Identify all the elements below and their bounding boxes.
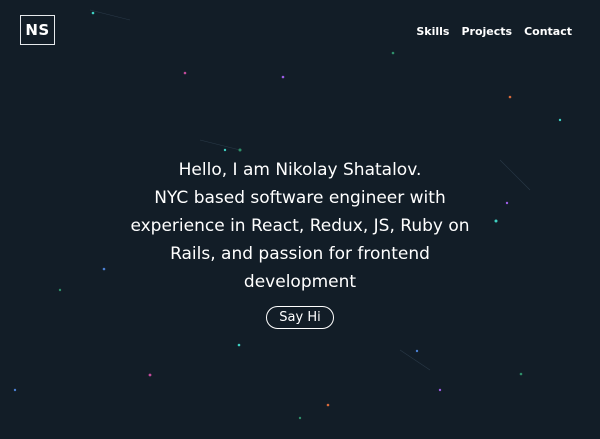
particle — [183, 71, 187, 75]
hero-line: NYC based software engineer with — [154, 188, 446, 208]
logo[interactable]: NS — [20, 15, 55, 45]
particle — [519, 372, 523, 376]
particle-link — [89, 9, 131, 21]
hero-line: development — [243, 272, 357, 292]
particle — [508, 95, 512, 99]
particle-link — [399, 349, 431, 371]
particle — [415, 349, 419, 353]
particle-link — [199, 139, 241, 151]
logo-text: NS — [25, 21, 50, 39]
particle — [438, 388, 442, 392]
hero-line: experience in React, Redux, JS, Ruby on — [130, 216, 470, 236]
main-nav: Skills Projects Contact — [416, 25, 572, 38]
page: NS Skills Projects Contact Hello, I am N… — [0, 0, 600, 439]
particle — [237, 343, 241, 347]
hero-line: Rails, and passion for frontend — [170, 244, 430, 264]
particle — [223, 148, 227, 152]
nav-link-skills[interactable]: Skills — [416, 25, 449, 38]
nav-link-contact[interactable]: Contact — [524, 25, 572, 38]
nav-link-projects[interactable]: Projects — [461, 25, 512, 38]
particle — [326, 403, 330, 407]
particle — [558, 118, 562, 122]
say-hi-button[interactable]: Say Hi — [266, 306, 334, 329]
particle — [91, 11, 95, 15]
hero: Hello, I am Nikolay Shatalov. NYC based … — [0, 156, 600, 329]
particle — [281, 75, 285, 79]
hero-line: Hello, I am Nikolay Shatalov. — [178, 160, 422, 180]
particle — [13, 388, 17, 392]
particle — [148, 373, 152, 377]
particle — [238, 148, 242, 152]
particle — [391, 51, 395, 55]
hero-intro: Hello, I am Nikolay Shatalov. NYC based … — [90, 156, 510, 296]
particle — [298, 416, 302, 420]
